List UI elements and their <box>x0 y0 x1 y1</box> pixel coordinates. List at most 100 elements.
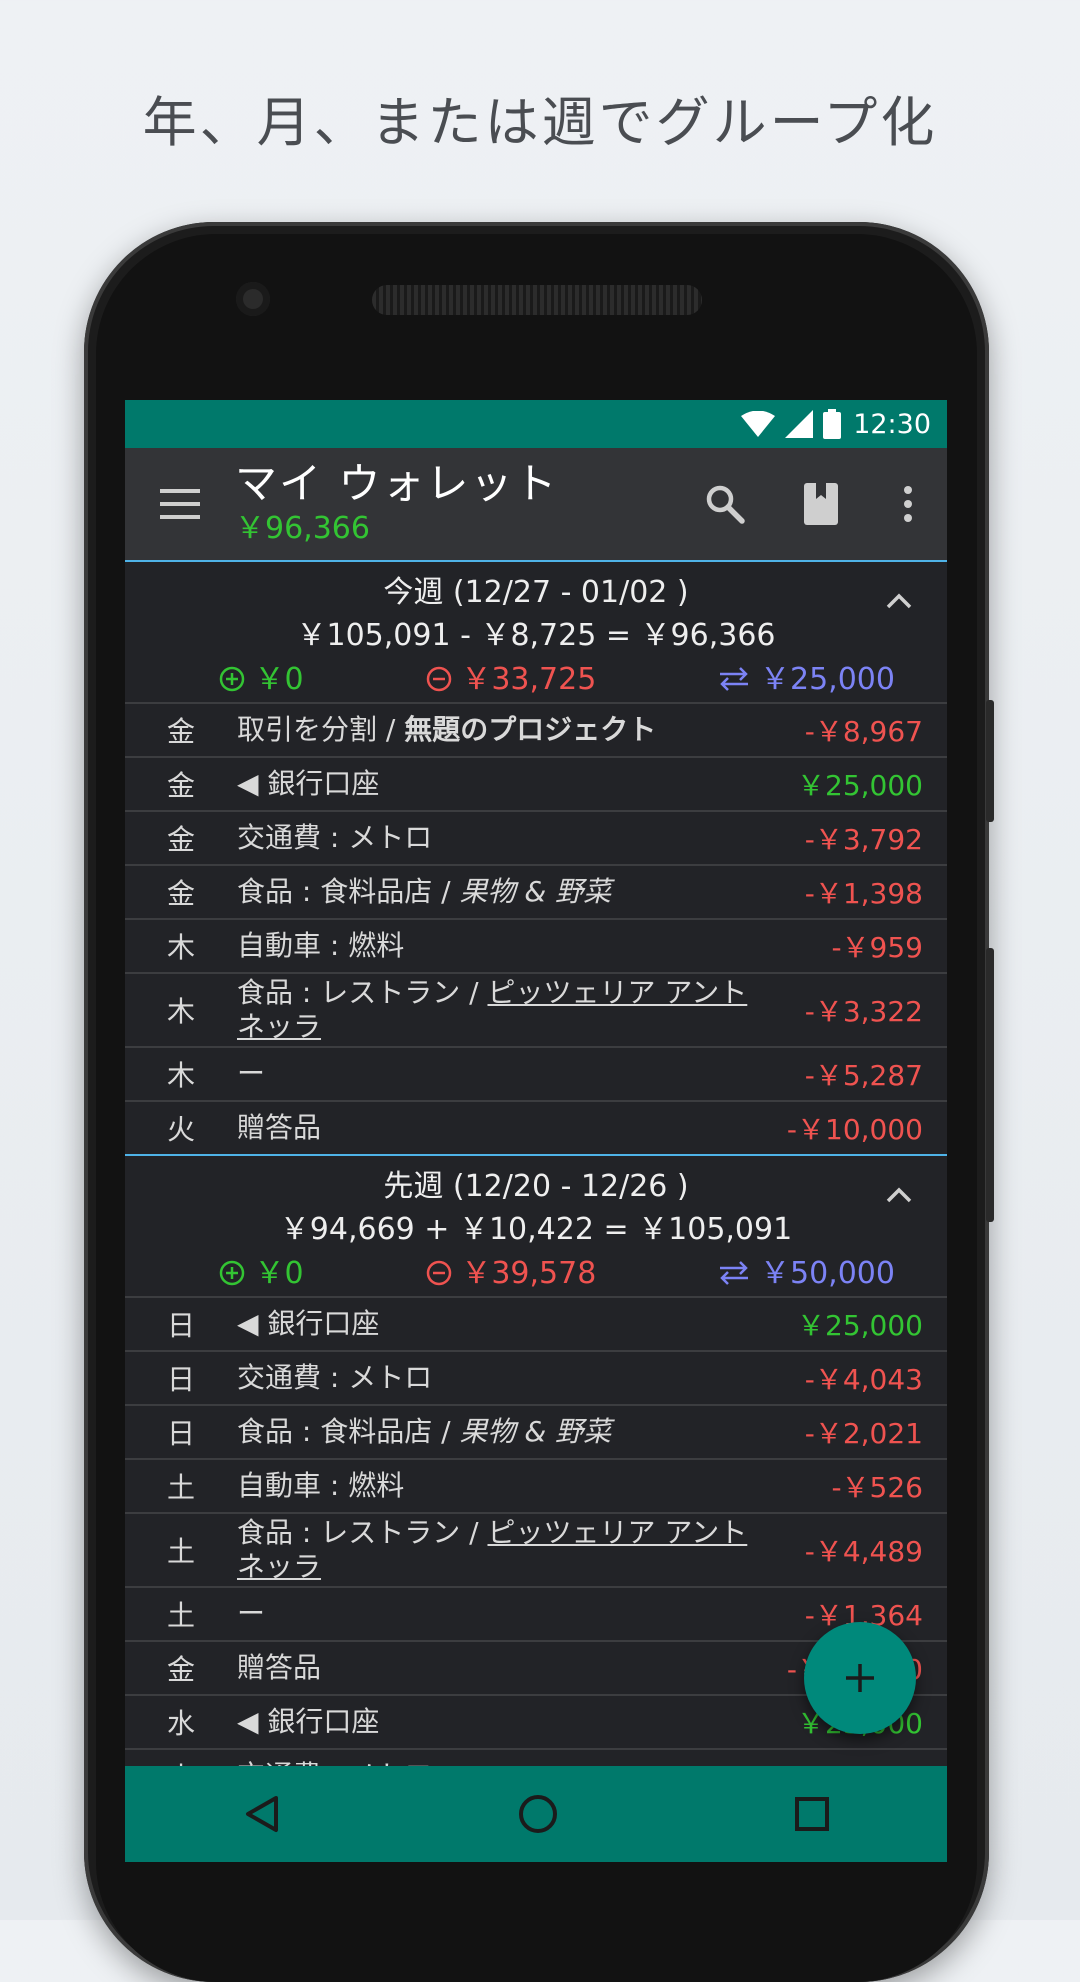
transaction-row[interactable]: 金 交通費 : メトロ -￥3,792 <box>125 812 947 866</box>
volume-button <box>986 700 994 822</box>
row-amount: -￥4,043 <box>804 1363 923 1396</box>
row-description: ◀ 銀行口座 <box>237 767 380 800</box>
transaction-row[interactable]: 金 ◀ 銀行口座 ￥25,000 <box>125 758 947 812</box>
row-description: ◀ 銀行口座 <box>237 1705 380 1738</box>
status-bar: 12:30 <box>125 400 947 448</box>
row-day: 金 <box>166 1653 195 1686</box>
group-balance-formula: ￥105,091 - ￥8,725 = ￥96,366 <box>296 618 776 653</box>
swap-arrows-icon <box>720 1261 749 1285</box>
row-description: 取引を分割 / 無題のプロジェクト <box>237 713 657 746</box>
row-day: 金 <box>166 823 195 856</box>
group-title: 先週 (12/20 - 12/26 ) <box>383 1169 689 1204</box>
plus-circle-icon <box>219 666 245 692</box>
week-group-header[interactable]: 今週 (12/27 - 01/02 ) ￥105,091 - ￥8,725 = … <box>125 562 947 704</box>
row-amount: -￥10,000 <box>786 1113 923 1146</box>
wifi-icon <box>741 411 776 437</box>
row-description: 自動車 : 燃料 <box>237 929 405 962</box>
cell-signal-icon <box>785 410 814 438</box>
row-amount: -￥1,398 <box>804 877 923 910</box>
swap-arrows-icon <box>720 667 749 691</box>
row-amount: -￥4,489 <box>804 1535 923 1568</box>
row-amount: -￥526 <box>831 1471 923 1504</box>
row-amount: -￥3,322 <box>804 995 923 1028</box>
bookmark-book-icon <box>804 483 838 525</box>
row-day: 土 <box>166 1599 195 1632</box>
group-transfer: ￥50,000 <box>718 1252 895 1296</box>
recents-square-icon[interactable] <box>794 1796 830 1832</box>
group-income: ￥0 <box>219 658 304 702</box>
row-day: 木 <box>166 931 195 964</box>
transaction-row[interactable]: 木 自動車 : 燃料 -￥959 <box>125 920 947 974</box>
row-day: 金 <box>166 877 195 910</box>
transaction-row[interactable]: 金 取引を分割 / 無題のプロジェクト -￥8,967 <box>125 704 947 758</box>
power-button <box>986 948 994 1222</box>
add-transaction-button[interactable] <box>804 1622 916 1734</box>
chevron-up-icon[interactable] <box>885 592 913 610</box>
wallet-title: マイ ウォレット <box>235 459 559 508</box>
transaction-row[interactable]: 火 贈答品 -￥10,000 <box>125 1102 947 1156</box>
row-day: 日 <box>166 1309 195 1342</box>
row-day: 木 <box>166 1059 195 1092</box>
transaction-row[interactable]: 日 交通費 : メトロ -￥4,043 <box>125 1352 947 1406</box>
earpiece-speaker <box>372 285 702 315</box>
week-group-header[interactable]: 先週 (12/20 - 12/26 ) ￥94,669 + ￥10,422 = … <box>125 1156 947 1298</box>
chevron-up-icon[interactable] <box>885 1186 913 1204</box>
plus-icon <box>846 1664 874 1692</box>
row-description: ◀ 銀行口座 <box>237 1307 380 1340</box>
row-amount: ￥25,000 <box>797 1309 923 1342</box>
back-triangle-icon[interactable] <box>242 1794 282 1834</box>
transaction-row[interactable]: 土 自動車 : 燃料 -￥526 <box>125 1460 947 1514</box>
row-amount: ￥25,000 <box>797 769 923 802</box>
row-description: 食品 : 食料品店 / 果物 & 野菜 <box>237 875 612 908</box>
app-toolbar: マイ ウォレット ￥96,366 <box>125 448 947 562</box>
group-transfer: ￥25,000 <box>718 658 895 702</box>
row-day: 火 <box>166 1113 195 1146</box>
transaction-row[interactable]: 土 食品 : レストラン / ピッツェリア アントネッラ -￥4,489 <box>125 1514 947 1588</box>
menu-button[interactable] <box>125 448 235 560</box>
transaction-row[interactable]: 木 食品 : レストラン / ピッツェリア アントネッラ -￥3,322 <box>125 974 947 1048</box>
row-day: 水 <box>166 1707 195 1740</box>
transaction-row[interactable]: 木 ー -￥5,287 <box>125 1048 947 1102</box>
group-income: ￥0 <box>219 1252 304 1296</box>
row-description: ー <box>237 1057 266 1090</box>
transaction-row[interactable]: 日 食品 : 食料品店 / 果物 & 野菜 -￥2,021 <box>125 1406 947 1460</box>
row-day: 日 <box>166 1417 195 1450</box>
row-description: 食品 : レストラン / ピッツェリア アントネッラ <box>237 1516 748 1583</box>
row-day: 金 <box>166 715 195 748</box>
row-description: 食品 : レストラン / ピッツェリア アントネッラ <box>237 976 748 1043</box>
plus-circle-icon <box>219 1260 245 1286</box>
row-description: 贈答品 <box>237 1651 322 1684</box>
bookmark-button[interactable] <box>773 448 869 560</box>
transaction-row[interactable]: 日 ◀ 銀行口座 ￥25,000 <box>125 1298 947 1352</box>
row-description: 自動車 : 燃料 <box>237 1469 405 1502</box>
row-description: 贈答品 <box>237 1111 322 1144</box>
search-icon <box>706 485 745 524</box>
row-day: 土 <box>166 1471 195 1504</box>
toolbar-title-block[interactable]: マイ ウォレット ￥96,366 <box>235 459 677 549</box>
group-balance-formula: ￥94,669 + ￥10,422 = ￥105,091 <box>279 1212 793 1247</box>
home-circle-icon[interactable] <box>517 1793 559 1835</box>
battery-icon <box>823 409 842 439</box>
row-amount: -￥2,021 <box>804 1417 923 1450</box>
group-expense: ￥39,578 <box>426 1252 596 1296</box>
row-amount: -￥5,287 <box>804 1059 923 1092</box>
overflow-menu-button[interactable] <box>869 448 947 560</box>
more-vert-icon <box>904 486 912 522</box>
transaction-row[interactable]: 金 食品 : 食料品店 / 果物 & 野菜 -￥1,398 <box>125 866 947 920</box>
minus-circle-icon <box>426 666 452 692</box>
wallet-balance: ￥96,366 <box>235 511 370 546</box>
row-amount: -￥8,967 <box>804 715 923 748</box>
status-time: 12:30 <box>853 408 931 440</box>
hamburger-menu-icon <box>160 489 200 519</box>
front-camera <box>236 282 270 316</box>
row-description: ー <box>237 1597 266 1630</box>
group-title: 今週 (12/27 - 01/02 ) <box>383 575 689 610</box>
row-day: 木 <box>166 995 195 1028</box>
row-description: 食品 : 食料品店 / 果物 & 野菜 <box>237 1415 612 1448</box>
row-day: 日 <box>166 1363 195 1396</box>
search-button[interactable] <box>677 448 773 560</box>
group-expense: ￥33,725 <box>426 658 596 702</box>
row-description: 交通費 : メトロ <box>237 821 433 854</box>
row-amount: -￥3,792 <box>804 823 923 856</box>
row-description: 交通費 : メトロ <box>237 1361 433 1394</box>
